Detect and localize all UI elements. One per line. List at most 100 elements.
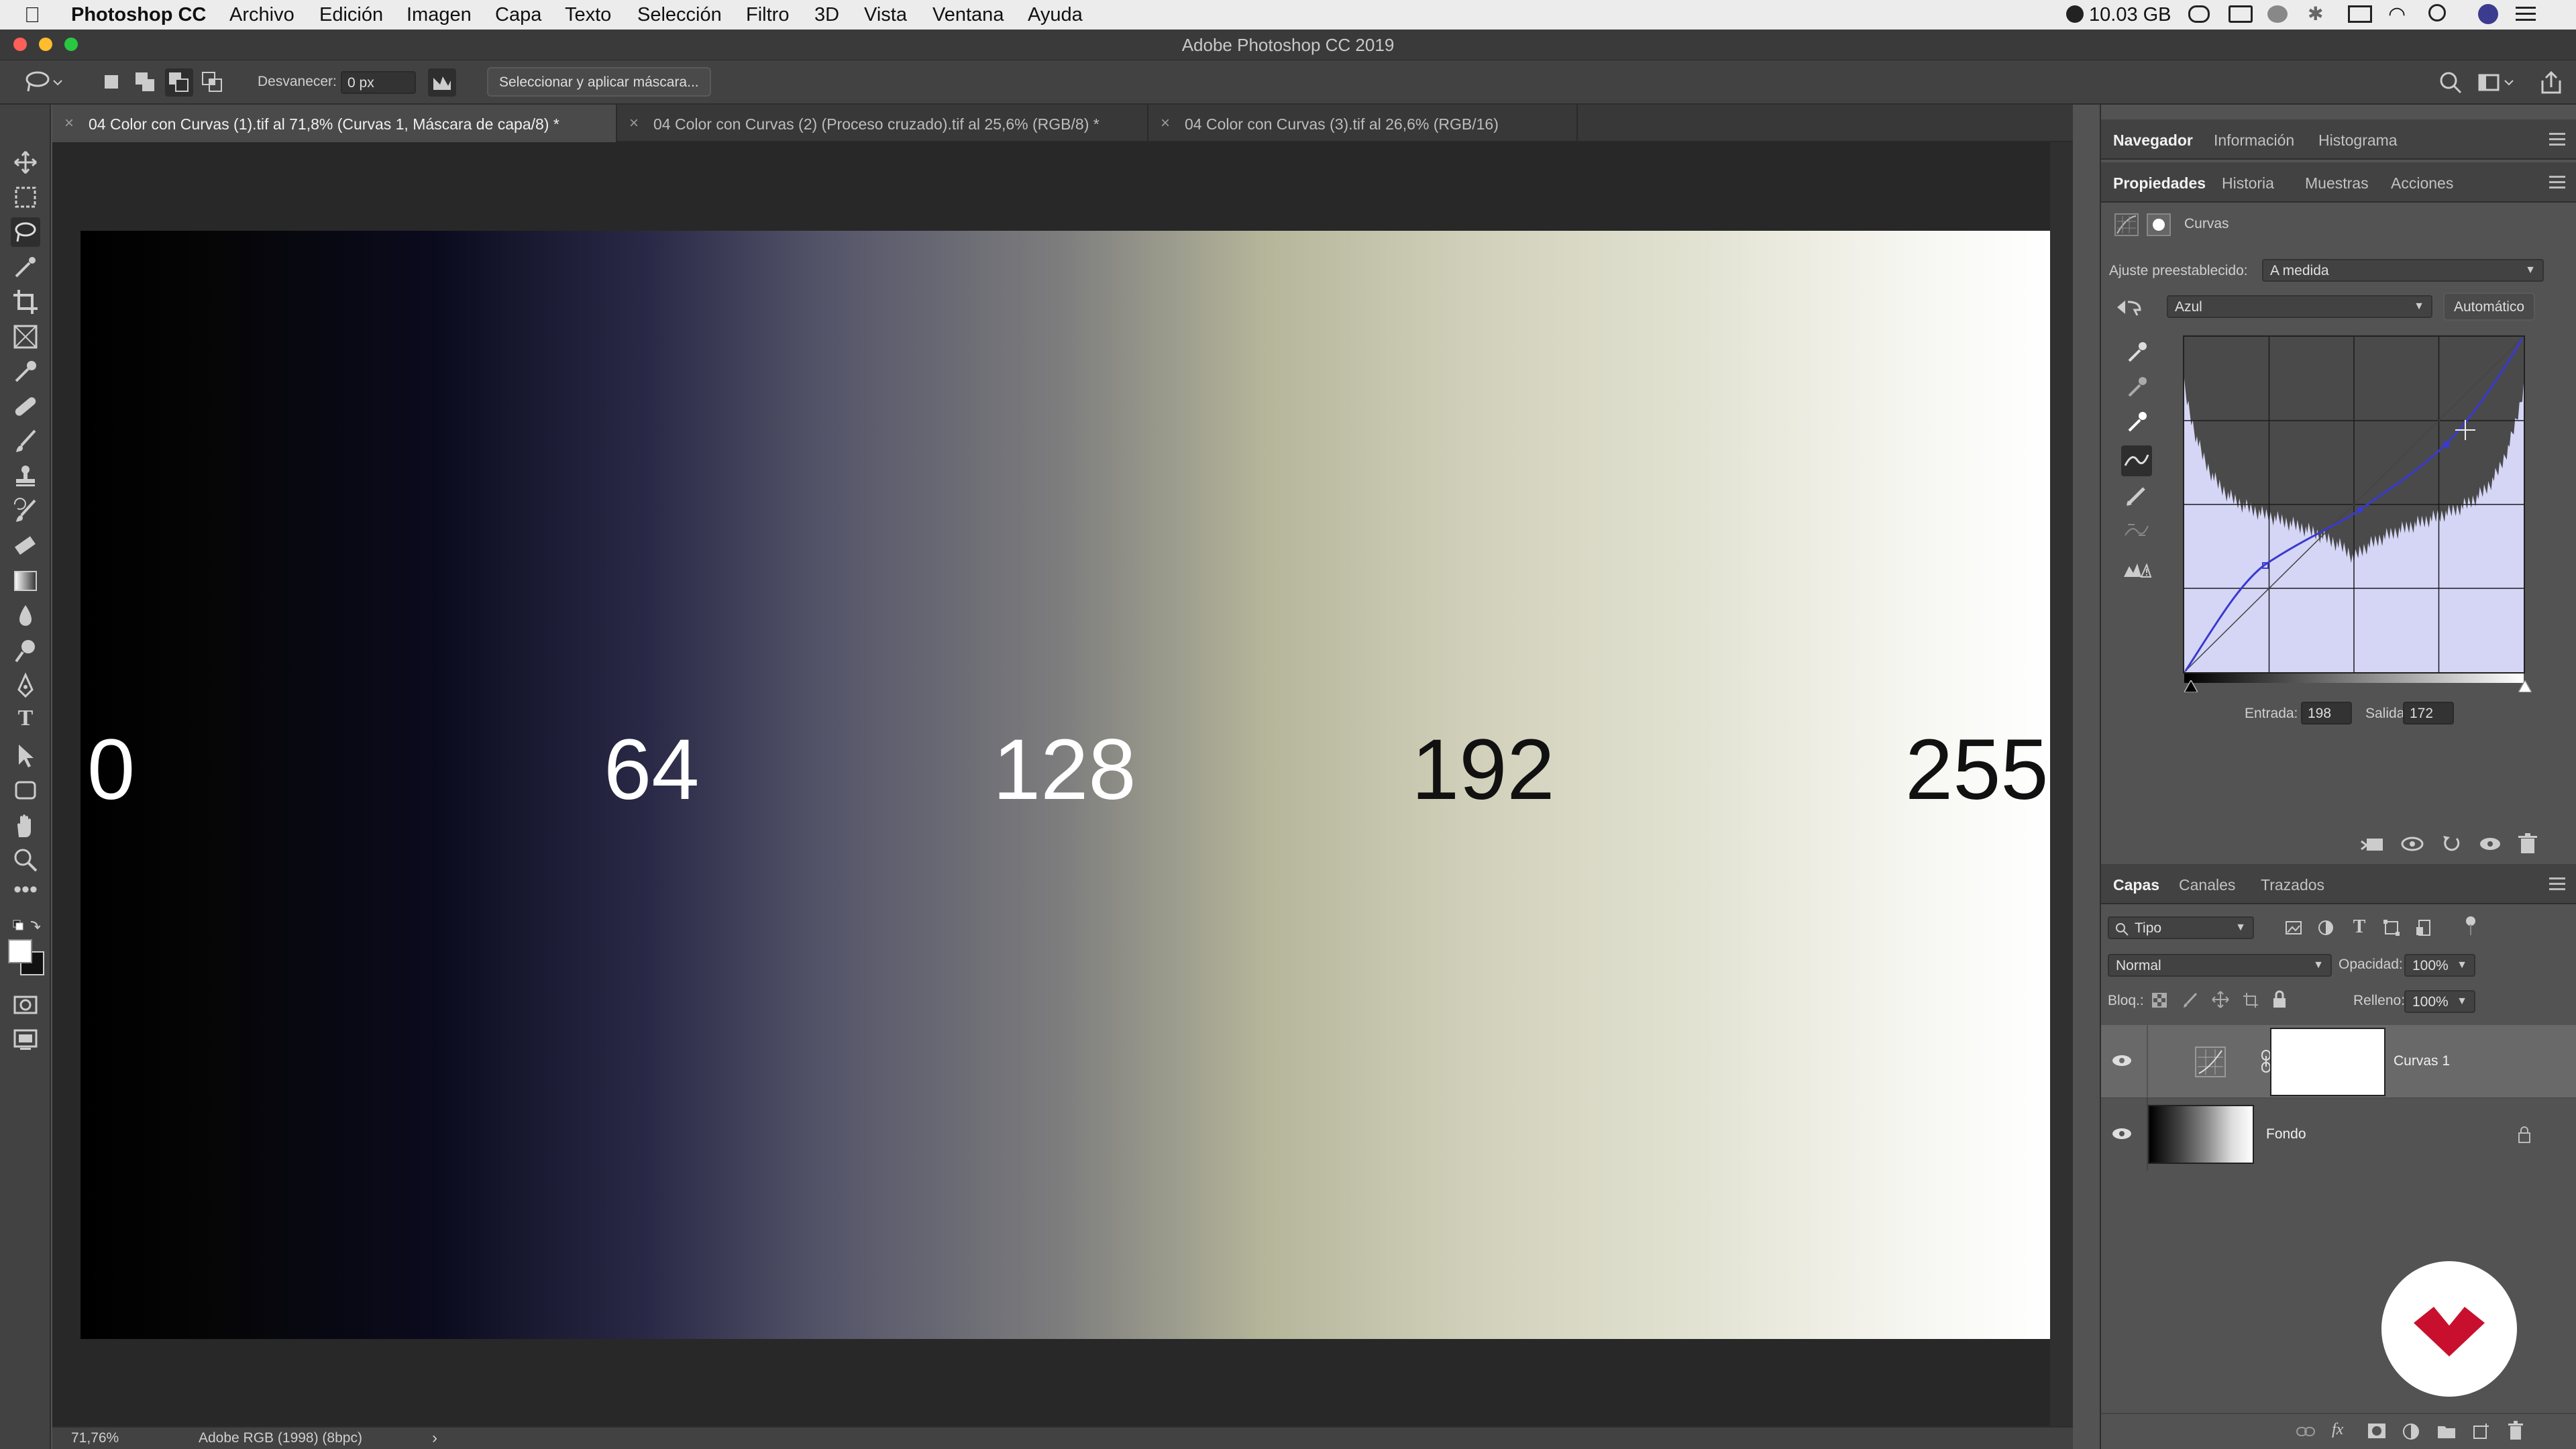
cloud-sync-icon[interactable] [2267, 5, 2288, 23]
menu-capa[interactable]: Capa [495, 4, 541, 26]
close-tab-icon[interactable]: × [629, 114, 639, 133]
menu-3d[interactable]: 3D [814, 4, 839, 26]
brush-tool-icon[interactable] [11, 427, 40, 456]
new-group-icon[interactable] [2436, 1422, 2457, 1440]
type-tool-icon[interactable]: T [11, 706, 40, 735]
draw-curve-pencil-icon[interactable] [2121, 480, 2152, 511]
tab-informacion[interactable]: Información [2214, 131, 2294, 150]
blend-mode-select[interactable]: Normal ▼ [2108, 954, 2332, 977]
memory-icon[interactable] [2066, 5, 2084, 23]
gradient-tool-icon[interactable] [11, 566, 40, 596]
tab-canales[interactable]: Canales [2179, 876, 2235, 894]
filter-toggle-icon[interactable] [2463, 915, 2478, 936]
frame-tool-icon[interactable] [11, 322, 40, 352]
close-tab-icon[interactable]: × [64, 114, 74, 133]
screen-mode-icon[interactable] [11, 1025, 40, 1055]
clipping-warning-icon[interactable] [2121, 554, 2152, 585]
eraser-tool-icon[interactable] [11, 531, 40, 561]
crop-tool-icon[interactable] [11, 287, 40, 317]
document-tab-3[interactable]: × 04 Color con Curvas (3).tif al 26,6% (R… [1148, 105, 1578, 142]
bluetooth-icon[interactable]: ✱ [2308, 3, 2323, 25]
visibility-eye-icon[interactable] [2110, 1053, 2133, 1068]
new-layer-icon[interactable] [2471, 1422, 2490, 1441]
gray-point-eyedropper-icon[interactable] [2121, 372, 2152, 402]
lock-image-pixels-icon[interactable] [2182, 991, 2199, 1009]
panel-menu-icon[interactable] [2549, 877, 2565, 894]
input-value[interactable]: 198 [2301, 702, 2352, 724]
menu-texto[interactable]: Texto [565, 4, 611, 26]
lasso-preset-icon[interactable] [24, 68, 62, 97]
menu-imagen[interactable]: Imagen [407, 4, 472, 26]
document-tab-2[interactable]: × 04 Color con Curvas (2) (Proceso cruzad… [617, 105, 1148, 142]
tab-trazados[interactable]: Trazados [2261, 876, 2324, 894]
user-avatar-icon[interactable] [2478, 4, 2498, 24]
document-tab-1[interactable]: × 04 Color con Curvas (1).tif al 71,8% (C… [52, 105, 617, 142]
tab-navegador[interactable]: Navegador [2113, 131, 2193, 150]
clone-stamp-tool-icon[interactable] [11, 462, 40, 491]
black-point-eyedropper-icon[interactable] [2121, 337, 2152, 368]
display-icon[interactable] [2229, 5, 2253, 23]
tab-propiedades[interactable]: Propiedades [2113, 174, 2206, 193]
menu-archivo[interactable]: Archivo [229, 4, 294, 26]
toggle-visibility-icon[interactable] [2477, 832, 2504, 856]
move-tool-icon[interactable] [11, 148, 40, 177]
filter-smart-objects-icon[interactable] [2414, 918, 2434, 938]
panel-menu-icon[interactable] [2549, 133, 2565, 149]
apple-icon[interactable]:  [24, 3, 40, 28]
white-point-slider[interactable] [2518, 680, 2532, 692]
airplay-icon[interactable] [2348, 5, 2372, 23]
delete-adjustment-icon[interactable] [2514, 832, 2541, 856]
menu-ventana[interactable]: Ventana [932, 4, 1004, 26]
opacity-input[interactable]: 100% ▼ [2404, 954, 2475, 977]
zoom-tool-icon[interactable] [11, 845, 40, 875]
spotlight-icon[interactable] [2428, 4, 2446, 21]
healing-brush-tool-icon[interactable] [11, 392, 40, 421]
menu-seleccion[interactable]: Selección [637, 4, 722, 26]
color-swatches[interactable] [8, 939, 46, 977]
path-selection-tool-icon[interactable] [11, 741, 40, 770]
blur-tool-icon[interactable] [11, 601, 40, 631]
lock-transparent-pixels-icon[interactable] [2151, 991, 2168, 1009]
white-point-eyedropper-icon[interactable] [2121, 407, 2152, 437]
feather-input[interactable]: 0 px [341, 71, 416, 94]
filter-type-layers-icon[interactable]: T [2349, 916, 2369, 937]
subtract-selection-icon[interactable] [165, 68, 193, 97]
layer-filter-select[interactable]: Tipo ▼ [2108, 916, 2254, 939]
layer-mask-thumbnail[interactable] [2270, 1028, 2385, 1096]
history-brush-tool-icon[interactable] [11, 496, 40, 526]
quick-mask-icon[interactable] [11, 990, 40, 1020]
close-tab-icon[interactable]: × [1161, 114, 1170, 133]
antialias-icon[interactable] [428, 68, 456, 97]
creative-cloud-icon[interactable] [2188, 5, 2210, 23]
tab-capas[interactable]: Capas [2113, 876, 2159, 894]
layer-name-curves[interactable]: Curvas 1 [2394, 1053, 2450, 1069]
filter-shape-layers-icon[interactable] [2381, 918, 2402, 938]
clip-to-layer-icon[interactable] [2359, 832, 2385, 856]
tab-histograma[interactable]: Histograma [2318, 131, 2398, 150]
output-value[interactable]: 172 [2403, 702, 2454, 724]
notification-center-icon[interactable] [2516, 5, 2536, 23]
on-image-adjust-icon[interactable] [2113, 294, 2144, 321]
channel-select[interactable]: Azul ▼ [2167, 295, 2432, 318]
layer-name-fondo[interactable]: Fondo [2266, 1126, 2306, 1142]
hand-tool-icon[interactable] [11, 810, 40, 840]
view-previous-state-icon[interactable] [2399, 832, 2426, 856]
black-point-slider[interactable] [2184, 680, 2198, 692]
panel-menu-icon[interactable] [2549, 176, 2565, 192]
select-and-mask-button[interactable]: Seleccionar y aplicar máscara... [487, 67, 711, 97]
layer-row-background[interactable]: Fondo [2101, 1097, 2576, 1171]
vertical-scrollbar[interactable] [2050, 142, 2073, 1426]
layer-row-curves[interactable]: Curvas 1 [2101, 1025, 2576, 1097]
add-selection-icon[interactable] [131, 68, 160, 97]
dodge-tool-icon[interactable] [11, 636, 40, 665]
marquee-tool-icon[interactable] [11, 182, 40, 212]
tab-muestras[interactable]: Muestras [2305, 174, 2369, 193]
preset-select[interactable]: A medida ▼ [2262, 259, 2544, 282]
app-menu[interactable]: Photoshop CC [71, 4, 206, 26]
default-colors-icon[interactable] [11, 918, 40, 938]
fill-input[interactable]: 100% ▼ [2404, 990, 2475, 1013]
layer-effects-icon[interactable]: fx [2332, 1421, 2355, 1441]
curve-point-2[interactable] [2357, 507, 2363, 513]
visibility-eye-icon[interactable] [2110, 1126, 2133, 1141]
tab-historia[interactable]: Historia [2222, 174, 2274, 193]
